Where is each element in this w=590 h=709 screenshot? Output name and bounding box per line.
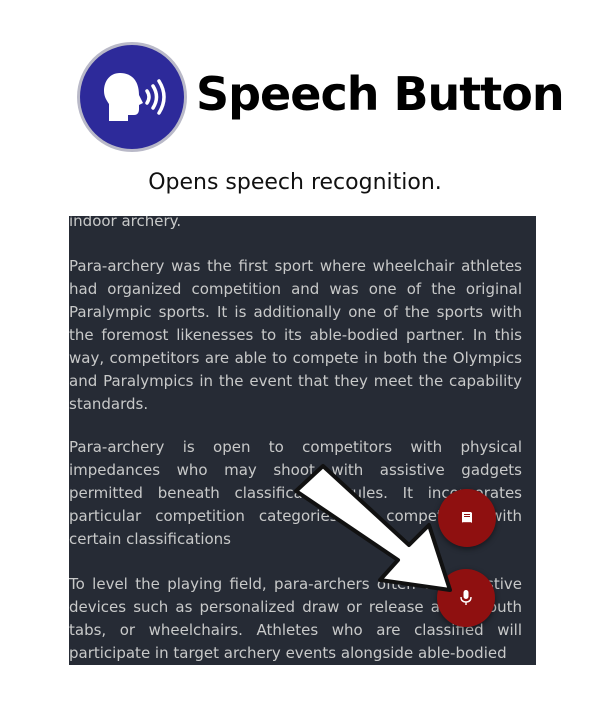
- speech-logo-icon: [80, 45, 184, 149]
- article-paragraph: indoor archery.: [69, 216, 182, 230]
- article-panel: indoor archery. Para-archery was the fir…: [69, 216, 536, 665]
- book-icon: [462, 512, 472, 523]
- speech-recognition-button[interactable]: [437, 569, 495, 627]
- reader-button[interactable]: [438, 489, 496, 547]
- page-title: Speech Button: [196, 67, 565, 121]
- article-paragraph: Para-archery was the first sport where w…: [69, 257, 522, 413]
- microphone-icon: [460, 590, 472, 605]
- page-subtitle: Opens speech recognition.: [148, 170, 442, 195]
